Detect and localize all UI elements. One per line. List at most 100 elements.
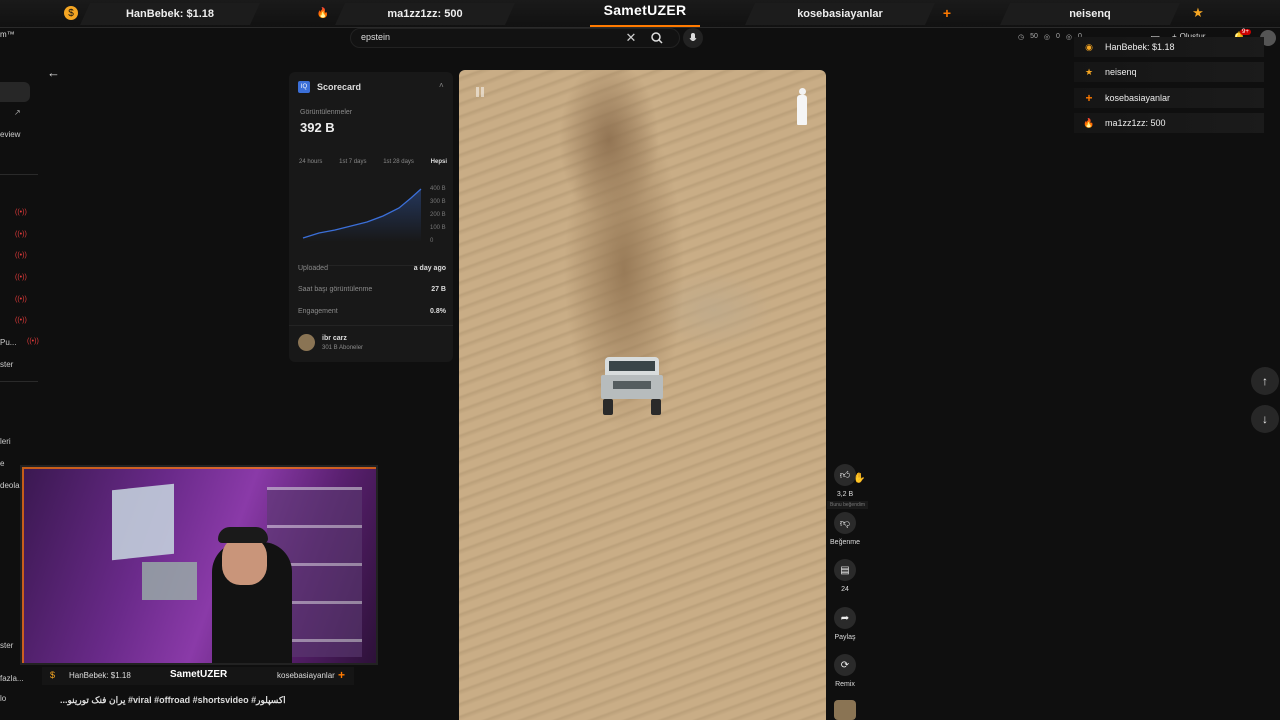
brand-underline	[590, 25, 700, 27]
y-tick: 200 B	[430, 212, 446, 218]
stat-value: a day ago	[413, 265, 446, 272]
stat-value: 50	[1030, 33, 1038, 40]
sidebar-item-label[interactable]: leri	[0, 437, 11, 446]
coin-icon: $	[50, 670, 56, 680]
clear-search-icon[interactable]: ✕	[623, 30, 639, 46]
overlay-row: ◉ HanBebek: $1.18	[1074, 37, 1264, 57]
like-count: 3,2 B	[836, 491, 854, 498]
like-tooltip: Bunu beğendim	[827, 501, 869, 509]
webcam-bar: $ HanBebek: $1.18 SametUZER kosebasiayan…	[42, 667, 354, 685]
flame-icon: 🔥	[1083, 117, 1095, 128]
top-bar-item-label: HanBebek: $1.18	[125, 8, 215, 20]
remix-label: Remix	[835, 681, 855, 688]
clock-icon: ◷	[1018, 34, 1025, 41]
suv-vehicle	[599, 357, 669, 417]
top-bar-item: kosebasiayanlar	[745, 3, 935, 25]
live-icon: ((•))	[15, 274, 27, 281]
range-tabs: 24 hours 1st 7 days 1st 28 days Hepsi	[299, 159, 447, 165]
cam-bar-left: HanBebek: $1.18	[69, 671, 131, 680]
stat-label: Saat başı görüntülenme	[298, 286, 373, 293]
top-bar-item: HanBebek: $1.18	[80, 3, 260, 25]
tab-7-days[interactable]: 1st 7 days	[339, 159, 366, 165]
live-icon: ((•))	[27, 338, 39, 345]
scorecard-title: Scorecard	[317, 82, 362, 92]
sidebar-divider	[0, 174, 38, 175]
external-link-icon[interactable]: ↗	[14, 108, 21, 117]
overlay-label: ma1zz1zz: 500	[1105, 118, 1166, 128]
sound-thumbnail[interactable]	[834, 700, 856, 720]
sidebar-item-label[interactable]: ster	[0, 360, 13, 369]
overlay-row: 🔥 ma1zz1zz: 500	[1074, 113, 1264, 133]
live-icon: ((•))	[15, 317, 27, 324]
back-arrow-icon[interactable]: ←	[47, 65, 60, 80]
tab-all[interactable]: Hepsi	[431, 159, 447, 165]
coin-icon: $	[64, 6, 78, 20]
stat-value: 0.8%	[430, 308, 446, 315]
flame-icon: 🔥	[316, 7, 330, 19]
sidebar-active-item[interactable]	[0, 82, 30, 102]
arrow-up-icon: ↑	[1262, 374, 1268, 388]
overlay-label: neisenq	[1105, 67, 1137, 77]
thumbs-up-icon: 👍︎	[839, 470, 851, 481]
sidebar-item-label[interactable]: e	[0, 459, 4, 468]
share-icon: ➦	[840, 612, 850, 624]
shorts-video[interactable]	[459, 70, 826, 720]
comments-button[interactable]: ▤	[834, 559, 856, 581]
overlay-label: HanBebek: $1.18	[1105, 42, 1175, 52]
channel-avatar[interactable]	[298, 334, 315, 351]
y-tick: 400 B	[430, 186, 446, 192]
channel-subscribers: 301 B Aboneler	[322, 345, 364, 351]
channel-name[interactable]: ibr carz	[322, 335, 347, 342]
sidebar-item-label[interactable]: fazla...	[0, 674, 24, 683]
stream-top-bar: HanBebek: $1.18 $ ma1zz1zz: 500 🔥 koseba…	[0, 0, 1280, 28]
plus-icon: +	[338, 668, 346, 682]
share-button[interactable]: ➦	[834, 607, 856, 629]
live-icon: ((•))	[15, 252, 27, 259]
y-tick: 0	[430, 238, 434, 244]
thumbs-down-icon: 👎︎	[839, 518, 851, 529]
sidebar-item-label[interactable]: Pu...	[0, 338, 16, 347]
share-label: Paylaş	[834, 634, 856, 641]
stream-brand: SametUZER	[603, 2, 687, 18]
remix-button[interactable]: ⟳	[834, 654, 856, 676]
voice-search-button[interactable]	[683, 28, 703, 48]
top-bar-item: ma1zz1zz: 500	[335, 3, 515, 25]
y-tick: 100 B	[430, 225, 446, 231]
sidebar-item-label[interactable]: ster	[0, 641, 13, 650]
live-icon: ((•))	[15, 209, 27, 216]
webcam-frame	[22, 467, 376, 663]
person-figure	[797, 88, 807, 126]
comment-icon: ▤	[840, 564, 850, 576]
video-caption[interactable]: ...یران فنک تورینو #viral #offroad #shor…	[60, 695, 286, 706]
dot-icon: ◎	[1065, 34, 1073, 41]
star-icon: ★	[1192, 5, 1204, 20]
coin-icon: ◎	[1043, 34, 1051, 41]
dislike-label: Beğenme	[830, 539, 860, 546]
pause-icon[interactable]	[476, 87, 486, 99]
next-short-button[interactable]: ↓	[1251, 405, 1279, 433]
logo-fragment: m™	[0, 30, 15, 39]
views-chart: 400 B 300 B 200 B 100 B 0	[302, 186, 446, 244]
dislike-button[interactable]: 👎︎	[834, 512, 856, 534]
cursor-icon: ✋	[853, 473, 866, 484]
search-input[interactable]: epstein ✕	[350, 28, 680, 48]
scorecard-icon: IQ	[298, 81, 310, 93]
previous-short-button[interactable]: ↑	[1251, 367, 1279, 395]
views-value: 392 B	[300, 120, 335, 135]
plus-icon: +	[942, 5, 952, 21]
arrow-down-icon: ↓	[1262, 412, 1268, 426]
tab-24-hours[interactable]: 24 hours	[299, 159, 322, 165]
overlay-row: ★ neisenq	[1074, 62, 1264, 82]
overlay-label: kosebasiayanlar	[1105, 93, 1171, 103]
tab-28-days[interactable]: 1st 28 days	[383, 159, 414, 165]
stat-value: 0	[1056, 33, 1060, 40]
stats-strip: ◷50 ◎0 ◎0	[1018, 33, 1082, 41]
collapse-chevron-icon[interactable]: ˄	[439, 81, 444, 90]
top-bar-item-label: ma1zz1zz: 500	[387, 8, 463, 20]
sidebar-item-label[interactable]: eview	[0, 130, 20, 139]
live-icon: ((•))	[15, 231, 27, 238]
sidebar-item-label[interactable]: lo	[0, 694, 6, 703]
plus-icon: +	[1085, 91, 1093, 105]
stat-label: Uploaded	[298, 265, 328, 272]
search-icon[interactable]	[649, 30, 665, 46]
